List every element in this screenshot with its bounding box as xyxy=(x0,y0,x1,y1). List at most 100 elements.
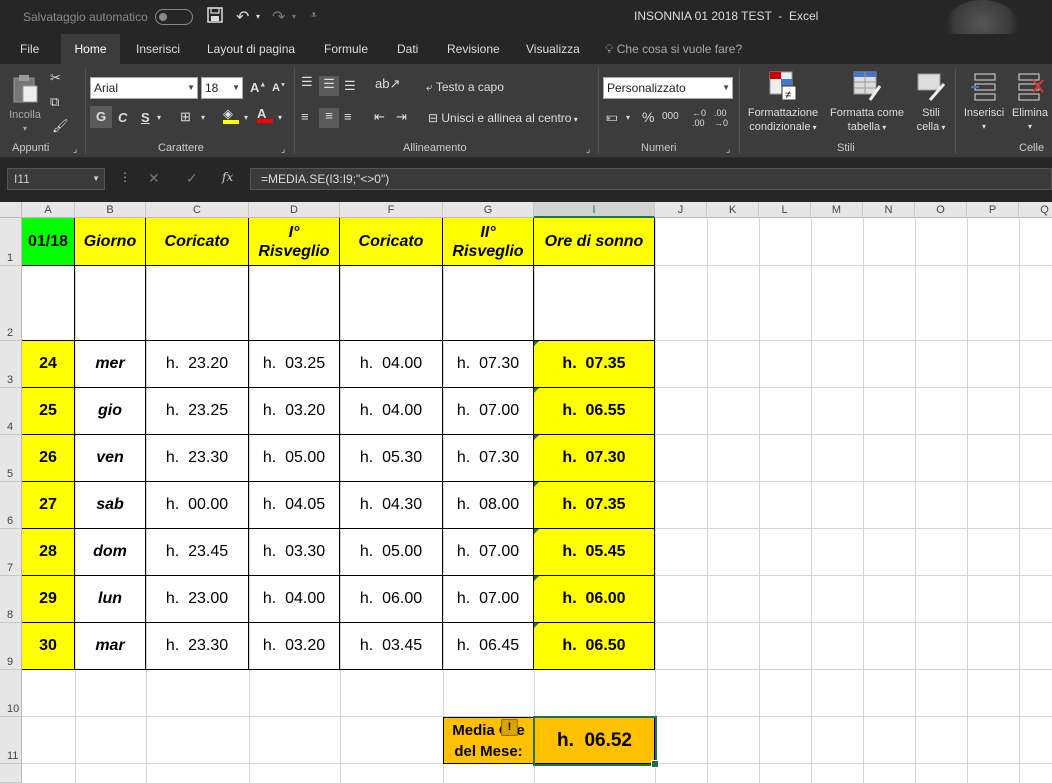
formula-input[interactable]: =MEDIA.SE(I3:I9;"<>0") xyxy=(250,168,1052,190)
tell-me-box[interactable]: 💡︎ Che cosa si vuole fare? xyxy=(605,34,742,64)
date-cell[interactable]: 26 xyxy=(22,435,75,482)
row-header-6[interactable]: 6 xyxy=(0,482,22,529)
paste-button[interactable]: Incolla ▾ xyxy=(8,74,42,134)
font-name-select[interactable]: Arial ▼ xyxy=(90,77,198,99)
second-wake-cell[interactable]: h. 07.00 xyxy=(443,529,534,576)
currency-icon[interactable]: 💶︎ xyxy=(606,109,618,125)
bedtime-cell[interactable]: h. 23.25 xyxy=(146,388,249,435)
column-header-c[interactable]: C xyxy=(146,202,249,218)
row-header-7[interactable]: 7 xyxy=(0,529,22,576)
bedtime-2-cell[interactable]: h. 05.30 xyxy=(340,435,443,482)
first-wake-cell[interactable]: h. 04.00 xyxy=(249,576,340,623)
bedtime-2-cell[interactable]: h. 04.30 xyxy=(340,482,443,529)
grow-font-icon[interactable]: A▲ xyxy=(250,80,266,95)
header-giorno[interactable]: Giorno xyxy=(75,218,146,266)
tab-file[interactable]: File xyxy=(20,34,39,64)
select-all-corner[interactable] xyxy=(0,202,22,218)
orientation-icon[interactable]: ab↗ xyxy=(375,76,400,92)
weekday-cell[interactable]: ven xyxy=(75,435,146,482)
wrap-text-button[interactable]: ⤶ Testo a capo xyxy=(426,80,504,95)
row-header-10[interactable]: 10 xyxy=(0,670,22,717)
tab-formulas[interactable]: Formule xyxy=(324,34,368,64)
empty-cell[interactable] xyxy=(75,266,146,341)
increase-decimal-icon[interactable]: ←0.00 xyxy=(692,108,706,128)
monthly-average-label[interactable]: Media Ore del Mese: xyxy=(443,717,534,764)
worksheet-grid[interactable]: A B C D F G I J K L M N O P Q 1 2 3 4 5 … xyxy=(0,202,1052,783)
bedtime-cell[interactable]: h. 23.20 xyxy=(146,341,249,388)
bedtime-2-cell[interactable]: h. 04.00 xyxy=(340,341,443,388)
hours-slept-cell[interactable]: h. 05.45 xyxy=(534,529,655,576)
number-launcher-icon[interactable]: ⌟ xyxy=(726,144,730,155)
borders-icon[interactable]: ⊞ xyxy=(180,109,191,125)
column-header-j[interactable]: J xyxy=(655,202,707,218)
weekday-cell[interactable]: mer xyxy=(75,341,146,388)
align-middle-icon[interactable]: ☰ xyxy=(319,76,339,96)
second-wake-cell[interactable]: h. 08.00 xyxy=(443,482,534,529)
redo-dropdown-icon[interactable]: ▾ xyxy=(292,12,296,21)
number-format-select[interactable]: Personalizzato ▼ xyxy=(603,77,733,99)
weekday-cell[interactable]: lun xyxy=(75,576,146,623)
second-wake-cell[interactable]: h. 07.00 xyxy=(443,576,534,623)
date-cell[interactable]: 27 xyxy=(22,482,75,529)
insert-function-button[interactable]: fx xyxy=(222,170,233,184)
bedtime-2-cell[interactable]: h. 04.00 xyxy=(340,388,443,435)
cell-styles-button[interactable]: Stili cella ▾ xyxy=(910,70,952,135)
hours-slept-cell[interactable]: h. 07.30 xyxy=(534,435,655,482)
column-header-b[interactable]: B xyxy=(75,202,146,218)
header-hours-slept[interactable]: Ore di sonno xyxy=(534,218,655,266)
date-cell[interactable]: 28 xyxy=(22,529,75,576)
tab-page-layout[interactable]: Layout di pagina xyxy=(207,34,295,64)
empty-cell[interactable] xyxy=(534,266,655,341)
second-wake-cell[interactable]: h. 07.30 xyxy=(443,341,534,388)
column-header-k[interactable]: K xyxy=(707,202,759,218)
row-header-5[interactable]: 5 xyxy=(0,435,22,482)
row-header-2[interactable]: 2 xyxy=(0,266,22,341)
column-header-i[interactable]: I xyxy=(534,202,655,218)
weekday-cell[interactable]: sab xyxy=(75,482,146,529)
date-cell[interactable]: 29 xyxy=(22,576,75,623)
header-first-wake[interactable]: I° Risveglio xyxy=(249,218,340,266)
insert-cells-button[interactable]: Inserisci ▾ xyxy=(960,70,1008,134)
column-header-a[interactable]: A xyxy=(22,202,75,218)
first-wake-cell[interactable]: h. 03.20 xyxy=(249,623,340,670)
column-header-l[interactable]: L xyxy=(759,202,811,218)
bedtime-cell[interactable]: h. 00.00 xyxy=(146,482,249,529)
empty-cell[interactable] xyxy=(340,266,443,341)
empty-cell[interactable] xyxy=(146,266,249,341)
delete-cells-button[interactable]: Elimina ▾ xyxy=(1008,70,1052,134)
second-wake-cell[interactable]: h. 06.45 xyxy=(443,623,534,670)
first-wake-cell[interactable]: h. 03.25 xyxy=(249,341,340,388)
align-left-icon[interactable]: ≡ xyxy=(301,109,309,124)
row-header-9[interactable]: 9 xyxy=(0,623,22,670)
column-header-g[interactable]: G xyxy=(443,202,534,218)
format-as-table-button[interactable]: Formatta come tabella ▾ xyxy=(825,70,909,135)
header-date[interactable]: 01/18 xyxy=(22,218,75,266)
enter-icon[interactable]: ✓ xyxy=(186,170,198,187)
tab-data[interactable]: Dati xyxy=(397,34,418,64)
font-launcher-icon[interactable]: ⌟ xyxy=(281,144,285,155)
column-header-m[interactable]: M xyxy=(811,202,863,218)
tab-insert[interactable]: Inserisci xyxy=(136,34,180,64)
tab-view[interactable]: Visualizza xyxy=(526,34,580,64)
second-wake-cell[interactable]: h. 07.00 xyxy=(443,388,534,435)
more-options-icon[interactable]: ⋮ xyxy=(119,170,131,184)
first-wake-cell[interactable]: h. 03.20 xyxy=(249,388,340,435)
customize-qat-icon[interactable]: ⩡ xyxy=(311,10,317,21)
bold-button[interactable]: G xyxy=(90,106,112,128)
bedtime-2-cell[interactable]: h. 05.00 xyxy=(340,529,443,576)
row-header-8[interactable]: 8 xyxy=(0,576,22,623)
empty-cell[interactable] xyxy=(22,266,75,341)
hours-slept-cell[interactable]: h. 07.35 xyxy=(534,341,655,388)
cut-icon[interactable]: ✂ xyxy=(50,70,61,86)
weekday-cell[interactable]: mar xyxy=(75,623,146,670)
underline-dropdown-icon[interactable]: ▾ xyxy=(157,113,161,122)
row-header-1[interactable]: 1 xyxy=(0,218,22,266)
format-painter-icon[interactable]: 🖌︎ xyxy=(52,118,69,134)
bedtime-cell[interactable]: h. 23.30 xyxy=(146,623,249,670)
fill-color-dropdown-icon[interactable]: ▾ xyxy=(244,113,248,122)
align-right-icon[interactable]: ≡ xyxy=(344,109,352,124)
date-cell[interactable]: 24 xyxy=(22,341,75,388)
header-coricato-1[interactable]: Coricato xyxy=(146,218,249,266)
weekday-cell[interactable]: gio xyxy=(75,388,146,435)
cancel-icon[interactable]: ✕ xyxy=(148,170,160,187)
